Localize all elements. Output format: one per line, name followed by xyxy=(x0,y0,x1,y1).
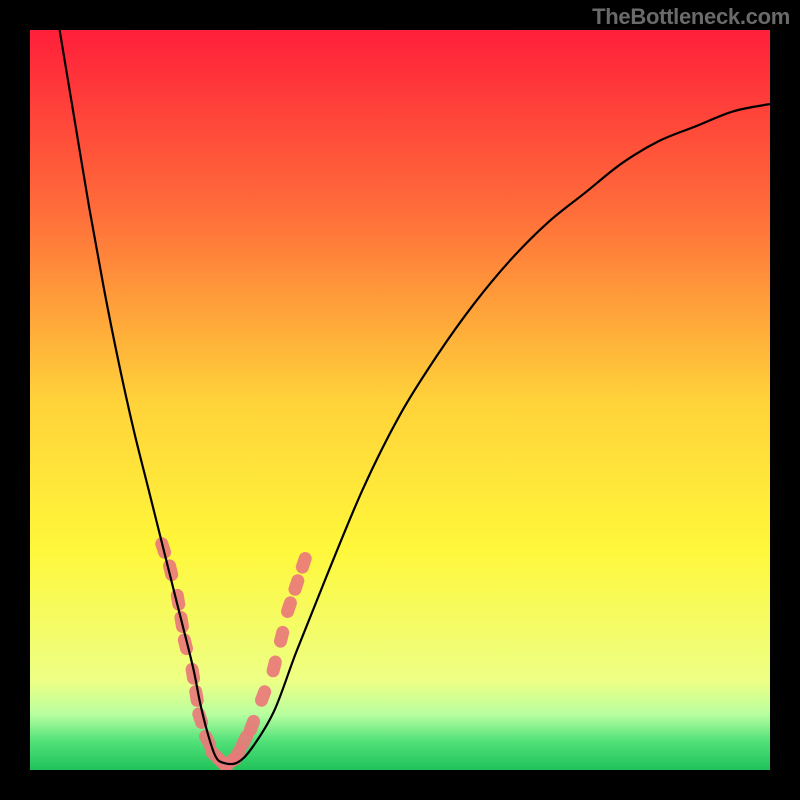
plot-area xyxy=(30,30,770,770)
chart-frame: TheBottleneck.com xyxy=(0,0,800,800)
chart-svg xyxy=(30,30,770,770)
watermark-text: TheBottleneck.com xyxy=(592,4,790,30)
